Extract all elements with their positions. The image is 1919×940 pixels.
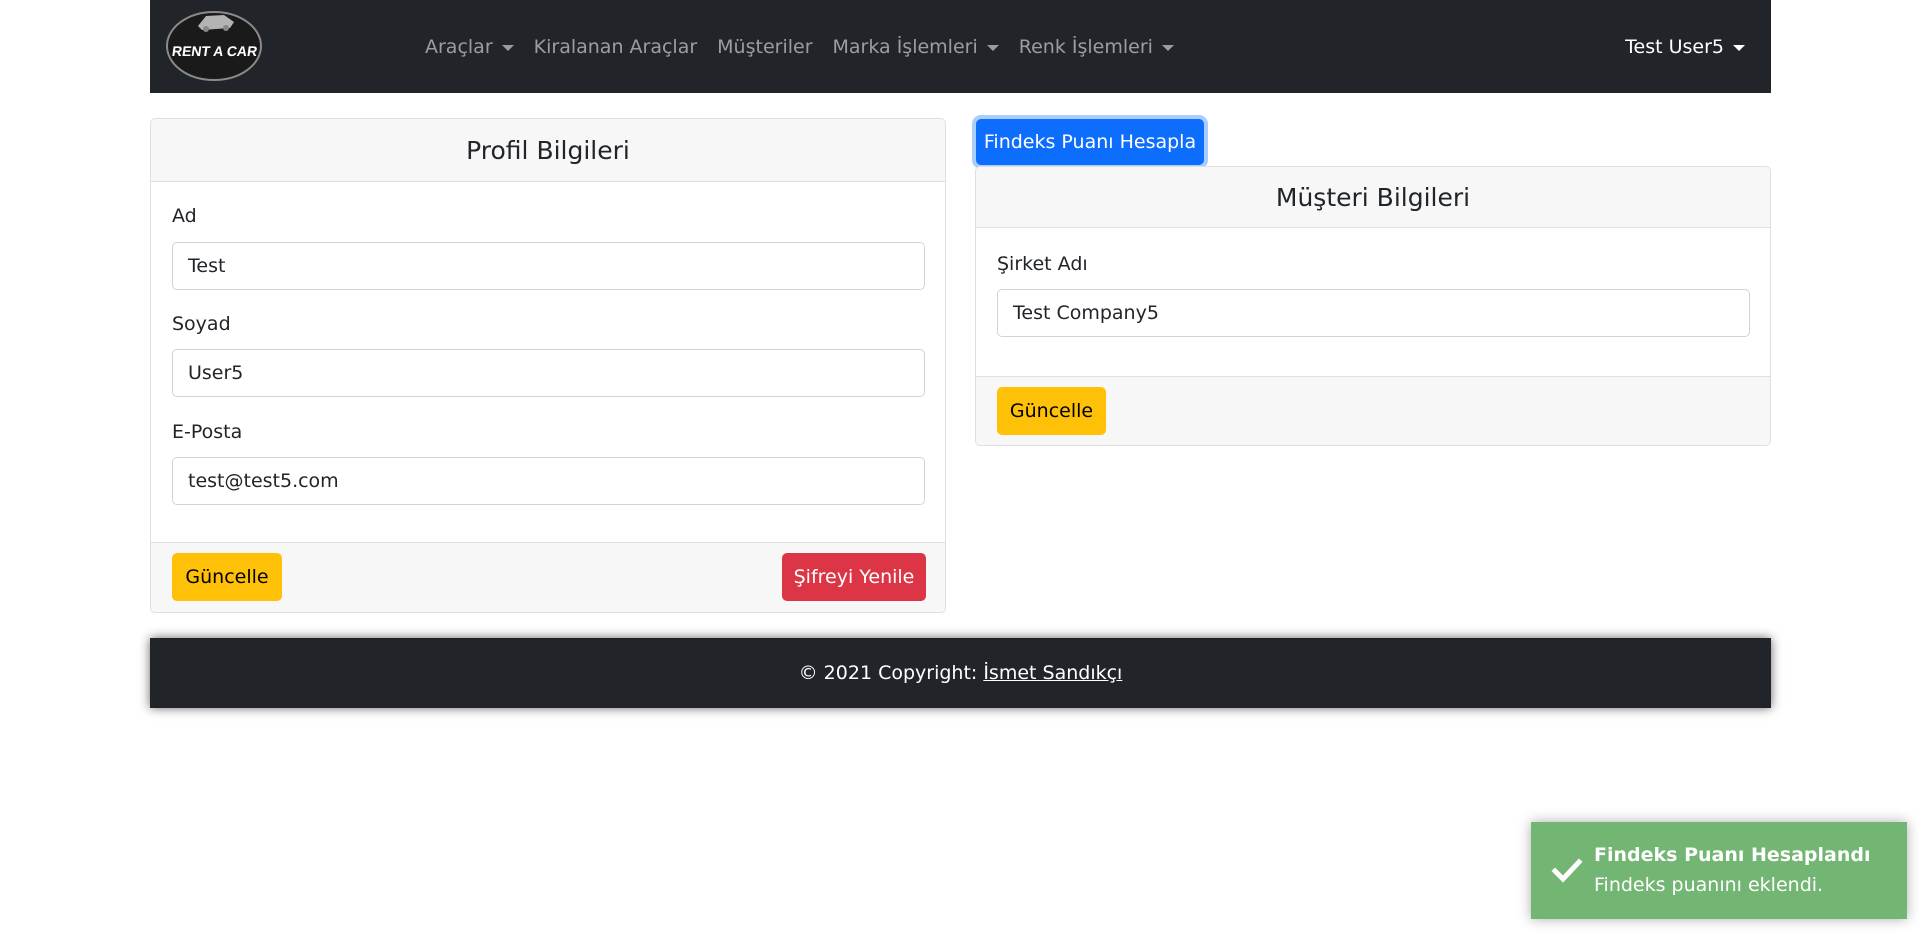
user-name: Test User5 <box>1625 35 1724 58</box>
user-menu[interactable]: Test User5 <box>1625 0 1745 93</box>
chevron-down-icon <box>1733 44 1745 51</box>
chevron-down-icon <box>986 44 999 51</box>
nav-item-kiralanan-araclar[interactable]: Kiralanan Araçlar <box>534 36 698 58</box>
email-label: E-Posta <box>172 421 243 443</box>
customer-update-button[interactable]: Güncelle <box>997 387 1106 435</box>
findeks-calculate-button[interactable]: Findeks Puanı Hesapla <box>976 119 1204 165</box>
profile-title: Profil Bilgileri <box>466 135 630 165</box>
email-value: test@test5.com <box>188 470 339 492</box>
first-name-input[interactable]: Test <box>172 242 925 290</box>
last-name-value: User5 <box>188 362 244 384</box>
customer-card-footer: Güncelle <box>976 376 1770 445</box>
company-name-value: Test Company5 <box>1013 302 1159 324</box>
reset-password-button[interactable]: Şifreyi Yenile <box>782 553 926 601</box>
check-icon <box>1551 858 1583 883</box>
first-name-value: Test <box>188 255 226 277</box>
page-footer: © 2021 Copyright: İsmet Sandıkçı <box>150 638 1771 708</box>
chevron-down-icon <box>501 44 514 51</box>
top-navbar: RENT A CAR Araçlar Kiralanan Araçlar Müş… <box>150 0 1771 93</box>
first-name-label: Ad <box>172 205 197 227</box>
customer-card: Müşteri Bilgileri Şirket Adı Test Compan… <box>975 166 1771 446</box>
nav-item-label: Kiralanan Araçlar <box>533 35 698 58</box>
logo-text: RENT A CAR <box>171 43 258 59</box>
toast-title: Findeks Puanı Hesaplandı <box>1594 844 1871 866</box>
nav-item-label: Renk İşlemleri <box>1018 35 1153 58</box>
nav-item-renk-islemleri[interactable]: Renk İşlemleri <box>1019 36 1174 58</box>
profile-card-footer: Güncelle Şifreyi Yenile <box>151 542 945 612</box>
nav-item-label: Müşteriler <box>717 35 813 58</box>
rent-a-car-logo[interactable]: RENT A CAR <box>164 6 264 82</box>
copyright-text: © 2021 Copyright: <box>798 662 978 684</box>
chevron-down-icon <box>1161 44 1174 51</box>
customer-card-header: Müşteri Bilgileri <box>976 167 1770 228</box>
profile-card: Profil Bilgileri Ad Test Soyad User5 E-P… <box>150 118 946 613</box>
email-input[interactable]: test@test5.com <box>172 457 925 505</box>
company-name-label: Şirket Adı <box>997 253 1088 275</box>
company-name-input[interactable]: Test Company5 <box>997 289 1750 337</box>
nav-item-label: Marka İşlemleri <box>832 35 978 58</box>
nav-item-musteriler[interactable]: Müşteriler <box>717 36 812 58</box>
nav-item-marka-islemleri[interactable]: Marka İşlemleri <box>833 36 999 58</box>
success-toast[interactable]: Findeks Puanı Hesaplandı Findeks puanını… <box>1531 822 1907 919</box>
toast-message: Findeks puanını eklendi. <box>1594 874 1824 896</box>
profile-card-header: Profil Bilgileri <box>151 119 945 182</box>
nav-item-label: Araçlar <box>425 35 493 58</box>
last-name-label: Soyad <box>172 313 231 335</box>
author-link[interactable]: İsmet Sandıkçı <box>983 662 1122 684</box>
nav-links: Araçlar Kiralanan Araçlar Müşteriler Mar… <box>425 0 1194 93</box>
last-name-input[interactable]: User5 <box>172 349 925 397</box>
customer-title: Müşteri Bilgileri <box>1275 182 1471 212</box>
profile-update-button[interactable]: Güncelle <box>172 553 282 601</box>
nav-item-araclar[interactable]: Araçlar <box>425 36 514 58</box>
